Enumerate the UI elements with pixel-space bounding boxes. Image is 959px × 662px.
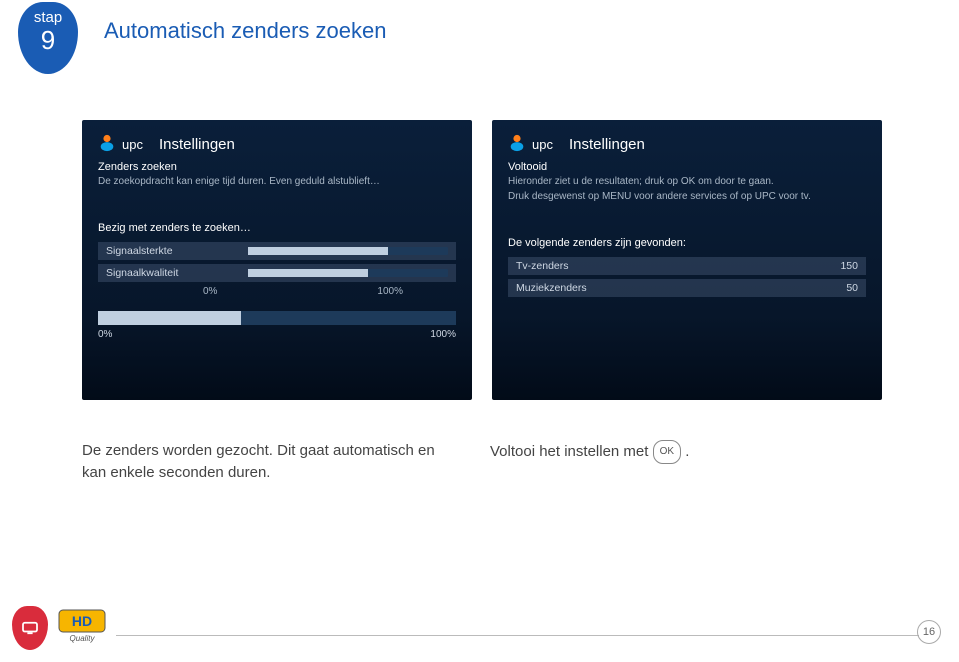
result-music-label: Muziekzenders (516, 279, 587, 297)
tv-right-header: upc Instellingen (508, 134, 866, 155)
tv-left-header: upc Instellingen (98, 134, 456, 155)
result-tv-row: Tv-zenders 150 (508, 257, 866, 275)
signal-strength-bar (248, 247, 448, 255)
tv-right-brand: upc (532, 137, 553, 152)
signal-quality-bar (248, 269, 448, 277)
tv-left: upc Instellingen Zenders zoeken De zoeko… (82, 120, 472, 400)
signal-strength-label: Signaalsterkte (106, 242, 173, 260)
tv-right-found: De volgende zenders zijn gevonden: (508, 237, 866, 249)
signal-scale: 0% 100% (98, 286, 403, 297)
result-music-row: Muziekzenders 50 (508, 279, 866, 297)
result-music-value: 50 (846, 279, 858, 297)
footer: HD Quality 16 (12, 610, 941, 650)
tv-left-desc: De zoekopdracht kan enige tijd duren. Ev… (98, 175, 456, 188)
ok-button-icon: OK (653, 440, 681, 464)
tv-screenshots: upc Instellingen Zenders zoeken De zoeko… (82, 120, 882, 405)
signal-strength-fill (248, 247, 388, 255)
tv-left-brand: upc (122, 137, 143, 152)
step-number: 9 (18, 26, 78, 54)
tv-right-desc-b: Druk desgewenst op MENU voor andere serv… (508, 190, 866, 203)
tv-left-section: Instellingen (159, 136, 235, 153)
step-label: stap (18, 10, 78, 26)
progress-zero: 0% (98, 329, 112, 340)
progress-scale: 0% 100% (98, 329, 456, 340)
signal-strength-row: Signaalsterkte (98, 242, 456, 260)
tv-pin-icon (12, 606, 48, 650)
caption-left: De zenders worden gezocht. Dit gaat auto… (82, 440, 442, 484)
upc-logo-icon (508, 134, 526, 155)
tv-right-subtitle: Voltooid (508, 161, 866, 173)
result-tv-value: 150 (840, 257, 858, 275)
hd-text: HD (72, 613, 92, 629)
signal-quality-fill (248, 269, 368, 277)
quality-text: Quality (70, 634, 96, 643)
tv-right-section: Instellingen (569, 136, 645, 153)
tv-left-status: Bezig met zenders te zoeken… (98, 222, 456, 234)
caption-right: Voltooi het instellen met OK . (490, 440, 850, 464)
tv-right: upc Instellingen Voltooid Hieronder ziet… (492, 120, 882, 400)
tv-left-subtitle: Zenders zoeken (98, 161, 456, 173)
caption-right-a: Voltooi het instellen met (490, 443, 653, 460)
footer-line (116, 635, 919, 636)
signal-quality-row: Signaalkwaliteit (98, 264, 456, 282)
progress-hundred: 100% (430, 329, 456, 340)
result-tv-label: Tv-zenders (516, 257, 569, 275)
hd-quality-badge: HD Quality (58, 609, 106, 648)
signal-quality-label: Signaalkwaliteit (106, 264, 178, 282)
progress-bar (98, 311, 456, 325)
step-badge: stap 9 (18, 2, 78, 74)
upc-logo-icon (98, 134, 116, 155)
caption-right-b: . (685, 443, 689, 460)
page-title: Automatisch zenders zoeken (104, 18, 387, 44)
page-number: 16 (917, 620, 941, 644)
tv-right-desc-a: Hieronder ziet u de resultaten; druk op … (508, 175, 866, 188)
scale-hundred: 100% (377, 286, 403, 297)
progress-fill (98, 311, 241, 325)
scale-zero: 0% (203, 286, 217, 297)
